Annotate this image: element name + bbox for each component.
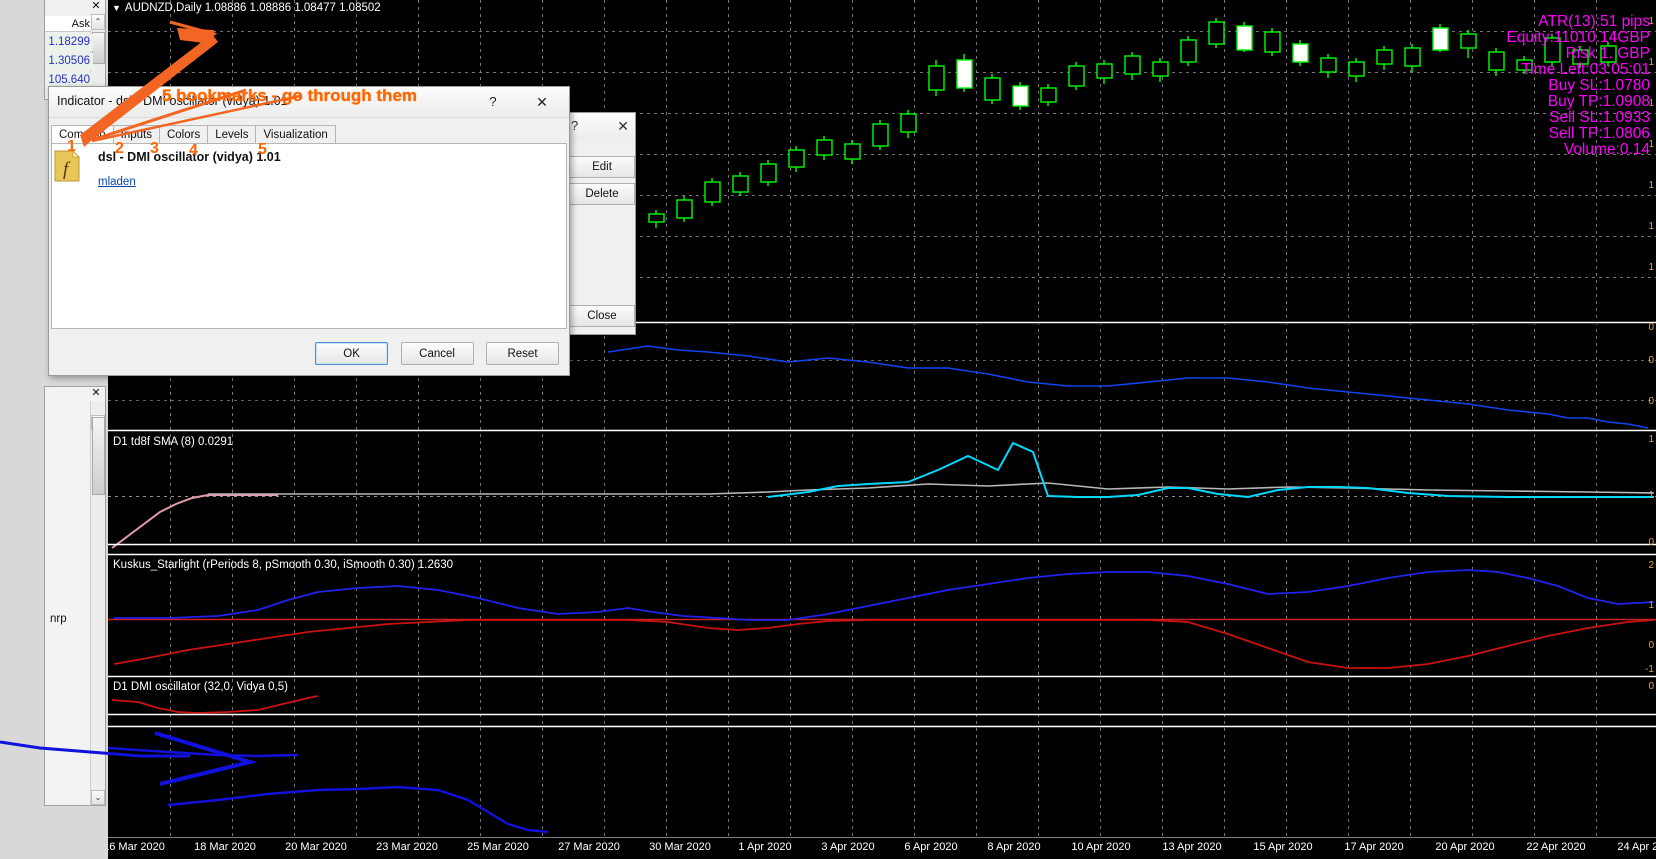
- subwindow-label-kuskus-starlight: Kuskus_Starlight (rPeriods 8, pSmooth 0.…: [113, 559, 454, 571]
- chart-header-text: AUDNZD,Daily 1.08886 1.08886 1.08477 1.0…: [124, 2, 381, 14]
- ok-button[interactable]: OK: [315, 342, 389, 365]
- price-label: 0: [1648, 537, 1654, 548]
- tab-visualization[interactable]: Visualization: [255, 125, 336, 144]
- info-buy-sl: Buy SL:1.0780: [1548, 77, 1650, 94]
- info-sell-sl: Sell SL:1.0933: [1549, 109, 1650, 126]
- date-tick: 30 Mar 2020: [649, 841, 711, 853]
- price-label: 1: [1648, 434, 1654, 445]
- market-watch-row[interactable]: 1.18299: [45, 34, 93, 51]
- subwindow-label-td8f-sma: D1 td8f SMA (8) 0.0291: [113, 436, 234, 448]
- market-watch-panel: ✕ Ask ⌃ 1.18299 1.30506 105.640: [44, 0, 106, 100]
- cancel-button[interactable]: Cancel: [400, 342, 474, 365]
- indicator-properties-dialog: Indicator - dsl - DMI oscillator (vidya)…: [48, 86, 570, 376]
- tab-colors[interactable]: Colors: [158, 125, 209, 144]
- date-tick: 10 Apr 2020: [1071, 841, 1131, 853]
- date-tick: 22 Apr 2020: [1526, 841, 1586, 853]
- background-dialog-titlebar: ? ✕: [569, 113, 635, 141]
- price-label: 1: [1648, 16, 1654, 27]
- delete-button[interactable]: Delete: [569, 183, 635, 205]
- price-label: 0: [1648, 355, 1654, 366]
- navigator-panel: ✕ ⌃ ⌄ nrp: [44, 386, 106, 806]
- tab-common[interactable]: Common: [51, 125, 114, 144]
- chevron-down-icon[interactable]: ⌄: [91, 790, 105, 805]
- close-button[interactable]: Close: [569, 305, 635, 327]
- subwindow-label-dmi-oscillator: D1 DMI oscillator (32,0, Vidya 0,5): [113, 681, 288, 693]
- help-icon[interactable]: ?: [571, 118, 578, 133]
- date-tick: 8 Apr 2020: [987, 841, 1041, 853]
- date-tick: 15 Apr 2020: [1253, 841, 1313, 853]
- close-icon[interactable]: ✕: [525, 92, 559, 112]
- background-dialog: ? ✕ Edit Delete Close: [568, 112, 636, 335]
- reset-button[interactable]: Reset: [486, 342, 559, 365]
- close-icon[interactable]: ✕: [89, 0, 103, 14]
- date-tick: 27 Mar 2020: [558, 841, 620, 853]
- metatrader-window: ▼ AUDNZD,Daily 1.08886 1.08886 1.08477 1.…: [0, 0, 1656, 859]
- date-tick: 1 Apr 2020: [738, 841, 792, 853]
- chart-caret-icon[interactable]: ▼: [112, 3, 121, 13]
- tab-levels[interactable]: Levels: [207, 125, 257, 144]
- dialog-common-panel: f dsl - DMI oscillator (vidya) 1.01 mlad…: [51, 143, 567, 329]
- date-tick: 18 Mar 2020: [194, 841, 256, 853]
- price-label: 1: [1648, 180, 1654, 191]
- price-label: 1: [1648, 490, 1654, 501]
- price-label: 0: [1648, 681, 1654, 692]
- price-label: 1: [1648, 262, 1654, 273]
- date-tick: 20 Apr 2020: [1435, 841, 1495, 853]
- info-sell-tp: Sell TP:1.0806: [1548, 125, 1650, 142]
- price-label: 1: [1648, 221, 1654, 232]
- price-label: -1: [1645, 664, 1654, 675]
- market-watch-row[interactable]: 1.30506: [45, 53, 93, 70]
- chart-symbol-header: ▼ AUDNZD,Daily 1.08886 1.08886 1.08477 1.…: [112, 2, 381, 14]
- price-label: 1: [1648, 139, 1654, 150]
- close-icon[interactable]: ✕: [617, 118, 629, 135]
- help-icon[interactable]: ?: [479, 92, 507, 112]
- annotation-title: 5 bookmarks - go through them: [162, 86, 418, 105]
- trade-info-panel: ATR(13):51 pips Equity:11010.14GBP Risk …: [1506, 14, 1650, 158]
- price-label: 1: [1648, 600, 1654, 611]
- date-tick: 23 Mar 2020: [376, 841, 438, 853]
- annotation-number-5: 5: [258, 141, 267, 158]
- date-tick: 6 Apr 2020: [904, 841, 958, 853]
- annotation-number-2: 2: [115, 140, 124, 157]
- date-axis[interactable]: 16 Mar 2020 18 Mar 2020 20 Mar 2020 23 M…: [108, 837, 1656, 859]
- date-tick: 3 Apr 2020: [821, 841, 875, 853]
- chevron-up-icon[interactable]: ⌃: [91, 14, 105, 30]
- date-tick: 24 Apr 2020: [1617, 841, 1656, 853]
- date-tick: 20 Mar 2020: [285, 841, 347, 853]
- info-volume: Volume:0.14: [1563, 141, 1650, 158]
- date-tick: 25 Mar 2020: [467, 841, 529, 853]
- edit-button[interactable]: Edit: [569, 156, 635, 178]
- price-label: 0: [1648, 640, 1654, 651]
- price-label: 0: [1648, 322, 1654, 333]
- info-buy-tp: Buy TP:1.0908: [1547, 93, 1650, 110]
- price-label: 2: [1648, 560, 1654, 571]
- price-label: 0: [1648, 396, 1654, 407]
- date-tick: 17 Apr 2020: [1344, 841, 1404, 853]
- info-time-left: Time Left:03:05:01: [1521, 61, 1650, 78]
- navigator-item-nrp[interactable]: nrp: [50, 613, 67, 625]
- date-tick: 13 Apr 2020: [1162, 841, 1222, 853]
- indicator-author-link[interactable]: mladen: [98, 176, 136, 188]
- info-equity: Equity:11010.14GBP: [1506, 29, 1650, 46]
- price-label: 1: [1648, 57, 1654, 68]
- date-tick: 16 Mar 2020: [108, 841, 165, 853]
- scrollbar-thumb[interactable]: [92, 32, 105, 64]
- price-label: 1: [1648, 98, 1654, 109]
- close-icon[interactable]: ✕: [89, 387, 103, 400]
- annotation-number-1: 1: [67, 138, 76, 155]
- market-watch-ask-header[interactable]: Ask: [45, 16, 93, 32]
- scrollbar-thumb[interactable]: [92, 417, 105, 495]
- info-atr: ATR(13):51 pips: [1538, 13, 1650, 30]
- info-risk: Risk 1. GBP: [1565, 45, 1650, 62]
- dialog-tabs: Common Inputs Colors Levels Visualizatio…: [51, 125, 567, 144]
- dialog-button-row: OK Cancel Reset: [307, 342, 559, 365]
- annotation-number-3: 3: [150, 140, 159, 157]
- navigator-scrollbar[interactable]: ⌃ ⌄: [90, 401, 105, 805]
- annotation-number-4: 4: [189, 142, 198, 159]
